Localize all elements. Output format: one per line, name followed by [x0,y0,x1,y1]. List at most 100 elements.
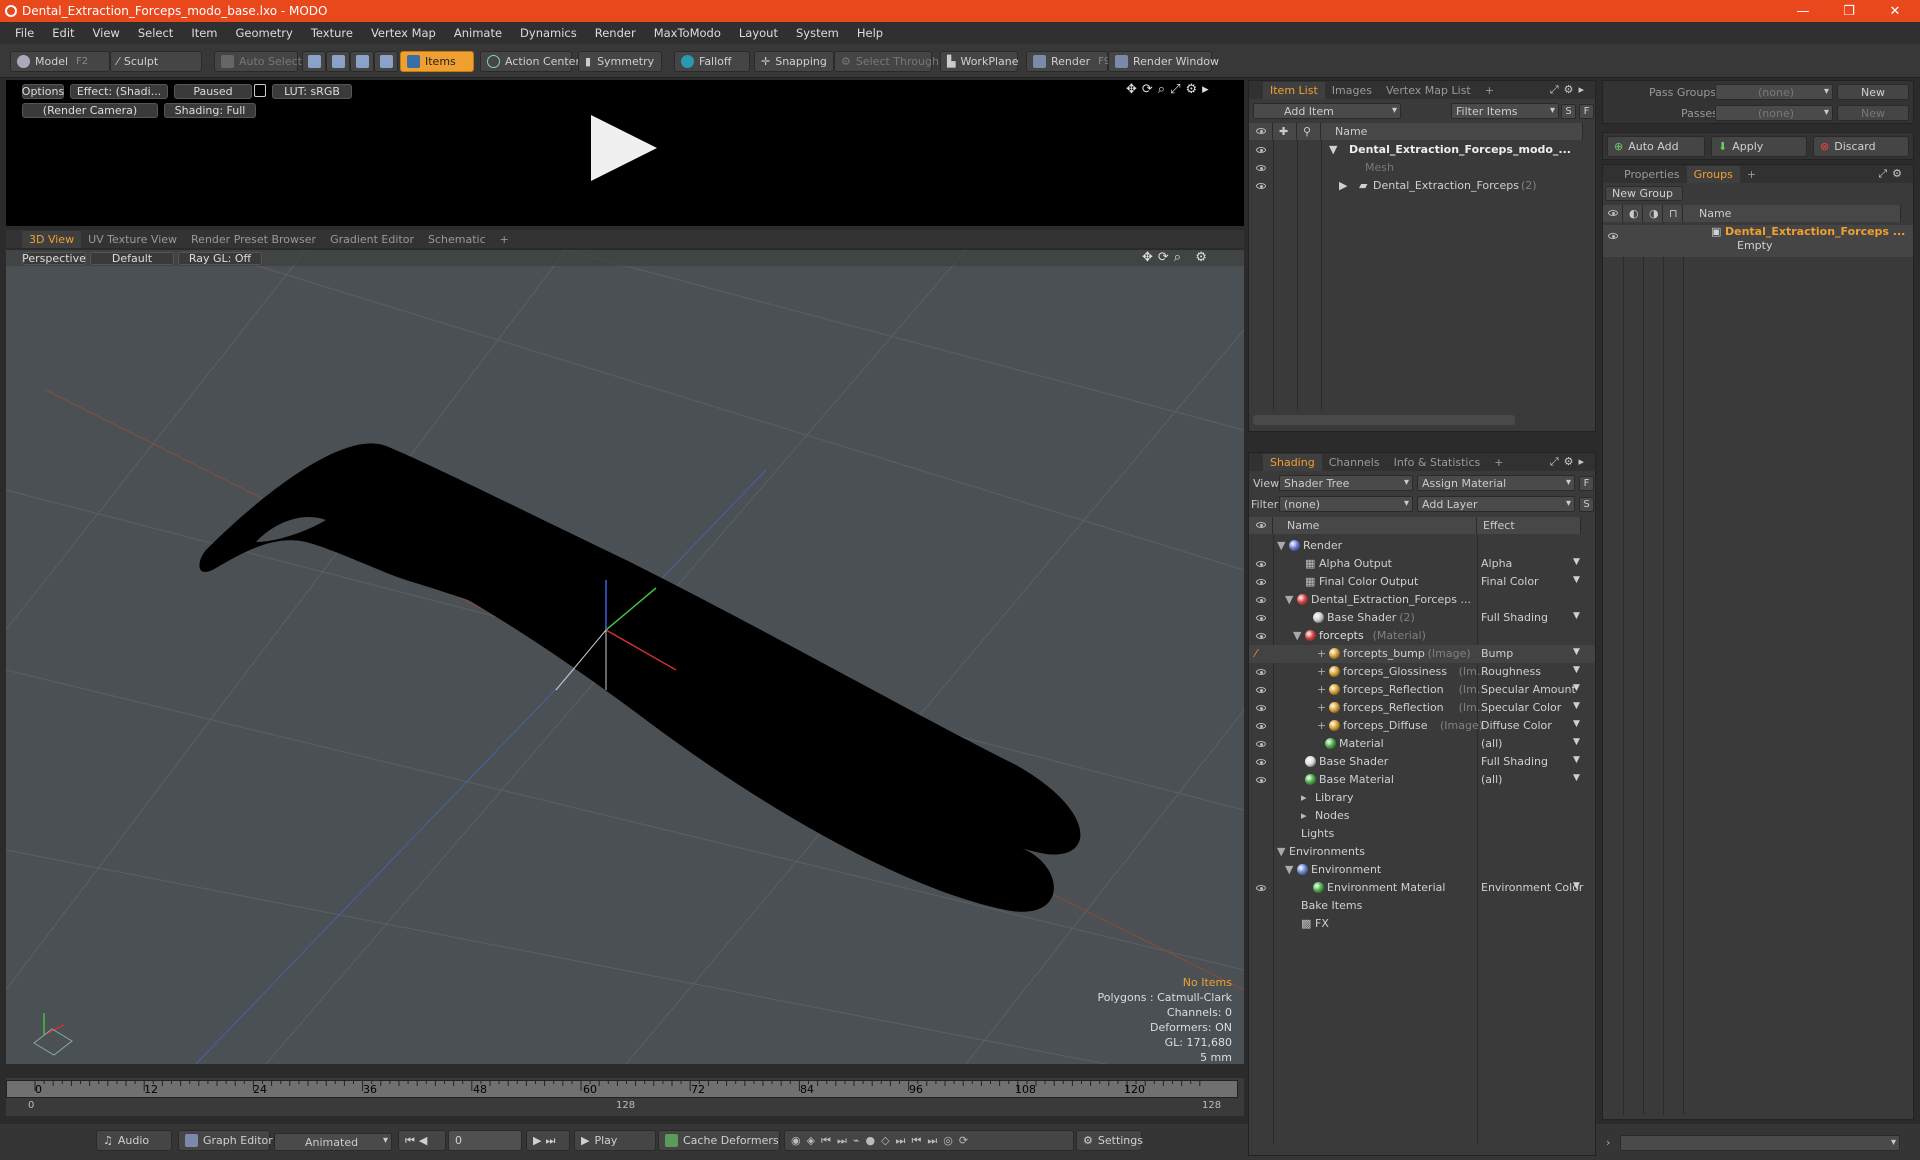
expand-arrow-icon[interactable]: ▶ [1339,179,1347,192]
apply-button[interactable]: ⬇ Apply [1711,136,1807,157]
tab-gradient-editor[interactable]: Gradient Editor [323,231,421,248]
groups-col-lock[interactable]: ◑ [1643,205,1663,222]
shader-visibility-eye-icon[interactable] [1256,687,1266,693]
shader-row[interactable]: ▸ Library [1249,789,1595,807]
effect-dropdown-arrow-icon[interactable]: ▼ [1573,701,1580,711]
menu-animate[interactable]: Animate [445,26,511,40]
render-camera-dropdown[interactable]: (Render Camera) [22,103,158,118]
item-col-name[interactable]: Name [1321,123,1583,140]
shading-s-button[interactable]: S [1579,497,1594,512]
menu-render[interactable]: Render [586,26,645,40]
tab-render-preset-browser[interactable]: Render Preset Browser [184,231,323,248]
shader-row[interactable]: ▼ Render [1249,537,1595,555]
shader-row-effect[interactable]: Specular Amount [1481,683,1576,696]
shader-row[interactable]: Base Material (all) ▼ [1249,771,1595,789]
shader-row-effect[interactable]: (all) [1481,773,1502,786]
preview-options-button[interactable]: Options [22,84,64,99]
shader-row[interactable]: ▼ Environments [1249,843,1595,861]
tab-uv-texture-view[interactable]: UV Texture View [81,231,184,248]
shading-col-effect[interactable]: Effect [1477,517,1581,534]
lut-dropdown[interactable]: LUT: sRGB [272,84,352,99]
shader-row-effect[interactable]: Specular Color [1481,701,1561,714]
tab-channels[interactable]: Channels [1322,454,1387,471]
transport-start-buttons[interactable]: ⏮◀ [398,1130,446,1151]
auto-add-button[interactable]: ⊕ Auto Add [1607,136,1705,157]
groups-col-visibility[interactable] [1603,205,1623,222]
shading-f-button[interactable]: F [1579,476,1594,491]
tab-properties[interactable]: Properties [1617,166,1687,183]
item-row-forceps-group[interactable]: ▶ ▰ Dental_Extraction_Forceps (2) [1249,177,1595,195]
timeline-scrubber[interactable]: 0 12 24 36 48 60 72 84 96 108 120 [6,1080,1238,1098]
effect-dropdown-arrow-icon[interactable]: ▼ [1573,665,1580,675]
tree-toggle-icon[interactable]: + [1317,665,1326,678]
shader-row[interactable]: Lights [1249,825,1595,843]
shading-col-name[interactable]: Name [1273,517,1477,534]
tree-toggle-icon[interactable]: + [1317,647,1326,660]
tab-item-add[interactable]: + [1478,82,1501,99]
shader-visibility-eye-icon[interactable] [1256,579,1266,585]
shader-row[interactable]: + forceps_Glossiness (Im... Roughness ▼ [1249,663,1595,681]
render-button[interactable]: Render F9 [1026,51,1110,72]
cache-deformers-button[interactable]: Cache Deformers [658,1130,780,1151]
tree-toggle-icon[interactable]: ▼ [1293,629,1301,642]
shader-visibility-eye-icon[interactable] [1256,669,1266,675]
effect-dropdown-arrow-icon[interactable]: ▼ [1573,881,1580,891]
brush-icon[interactable]: ⁄ [1255,647,1257,660]
render-window-button[interactable]: Render Window [1108,51,1219,72]
shader-visibility-eye-icon[interactable] [1256,777,1266,783]
shader-visibility-eye-icon[interactable] [1256,705,1266,711]
item-panel-tools-icons[interactable]: ⤢⚙▸ [1550,83,1589,97]
group-visibility-eye-icon[interactable] [1608,233,1618,239]
passes-dropdown[interactable]: (none) [1715,105,1833,121]
menu-view[interactable]: View [84,26,129,40]
viewport-nav-icons[interactable]: ✥⟳⌕ ⚙ [1142,250,1212,265]
shader-row[interactable]: Base Shader Full Shading ▼ [1249,753,1595,771]
tree-toggle-icon[interactable]: + [1317,719,1326,732]
item-list-hscrollbar[interactable] [1253,415,1515,425]
effect-dropdown-arrow-icon[interactable]: ▼ [1573,683,1580,693]
tab-shading[interactable]: Shading [1263,453,1322,471]
new-group-button[interactable]: New Group [1605,186,1683,201]
tree-toggle-icon[interactable]: + [1317,701,1326,714]
menu-select[interactable]: Select [129,26,182,40]
items-mode-button[interactable]: Items [400,51,474,72]
item-col-lock[interactable]: ✚ [1273,123,1297,140]
close-button[interactable]: ✕ [1872,0,1918,22]
shader-visibility-eye-icon[interactable] [1256,741,1266,747]
menu-maxtomodo[interactable]: MaxToModo [645,26,730,40]
shader-visibility-eye-icon[interactable] [1256,597,1266,603]
tab-groups[interactable]: Groups [1686,165,1740,183]
auto-select-button[interactable]: Auto Select [214,51,302,72]
shader-row-effect[interactable]: Full Shading [1481,755,1548,768]
menu-texture[interactable]: Texture [302,26,362,40]
item-filter-f-button[interactable]: F [1579,104,1594,119]
menu-layout[interactable]: Layout [730,26,787,40]
shading-filter-dropdown[interactable]: (none) [1279,496,1413,512]
shading-panel-tools-icons[interactable]: ⤢⚙▸ [1550,455,1589,469]
menu-edit[interactable]: Edit [43,26,83,40]
audio-button[interactable]: ♫ Audio [96,1130,172,1151]
model-mode-button[interactable]: Model F2 [10,51,110,72]
default-shading-dropdown[interactable]: Default [90,252,174,265]
tab-shading-add[interactable]: + [1487,454,1510,471]
shader-row[interactable]: ▦ Alpha Output Alpha ▼ [1249,555,1595,573]
key-tools[interactable]: ◉◈⏮⏭⌁●◇⏭⏮⏭◎⟳ [784,1130,1074,1151]
lock-icon[interactable] [254,84,266,97]
group-row-forceps[interactable]: ▣ Dental_Extraction_Forceps ... Empty [1603,225,1913,257]
item-col-mode[interactable]: ⚲ [1297,123,1321,140]
menu-file[interactable]: File [6,26,43,40]
tab-vertex-map-list[interactable]: Vertex Map List [1379,82,1478,99]
symmetry-button[interactable]: ▮ Symmetry [578,51,662,72]
animated-dropdown[interactable]: Animated [274,1133,392,1151]
tree-toggle-icon[interactable]: ▼ [1285,863,1293,876]
discard-button[interactable]: ⊗ Discard [1813,136,1909,157]
pass-groups-dropdown[interactable]: (none) [1715,84,1833,100]
shader-row[interactable]: Bake Items [1249,897,1595,915]
edges-mode-button[interactable] [326,51,350,72]
shader-row-effect[interactable]: Alpha [1481,557,1512,570]
item-row-mesh[interactable]: Mesh [1249,159,1595,177]
visibility-eye-icon[interactable] [1256,147,1266,153]
shader-row[interactable]: ⁄ + forcepts_bump (Image) Bump ▼ [1249,645,1595,663]
shader-row[interactable]: ▼ Environment [1249,861,1595,879]
preview-shading-dropdown[interactable]: Shading: Full [164,103,256,118]
